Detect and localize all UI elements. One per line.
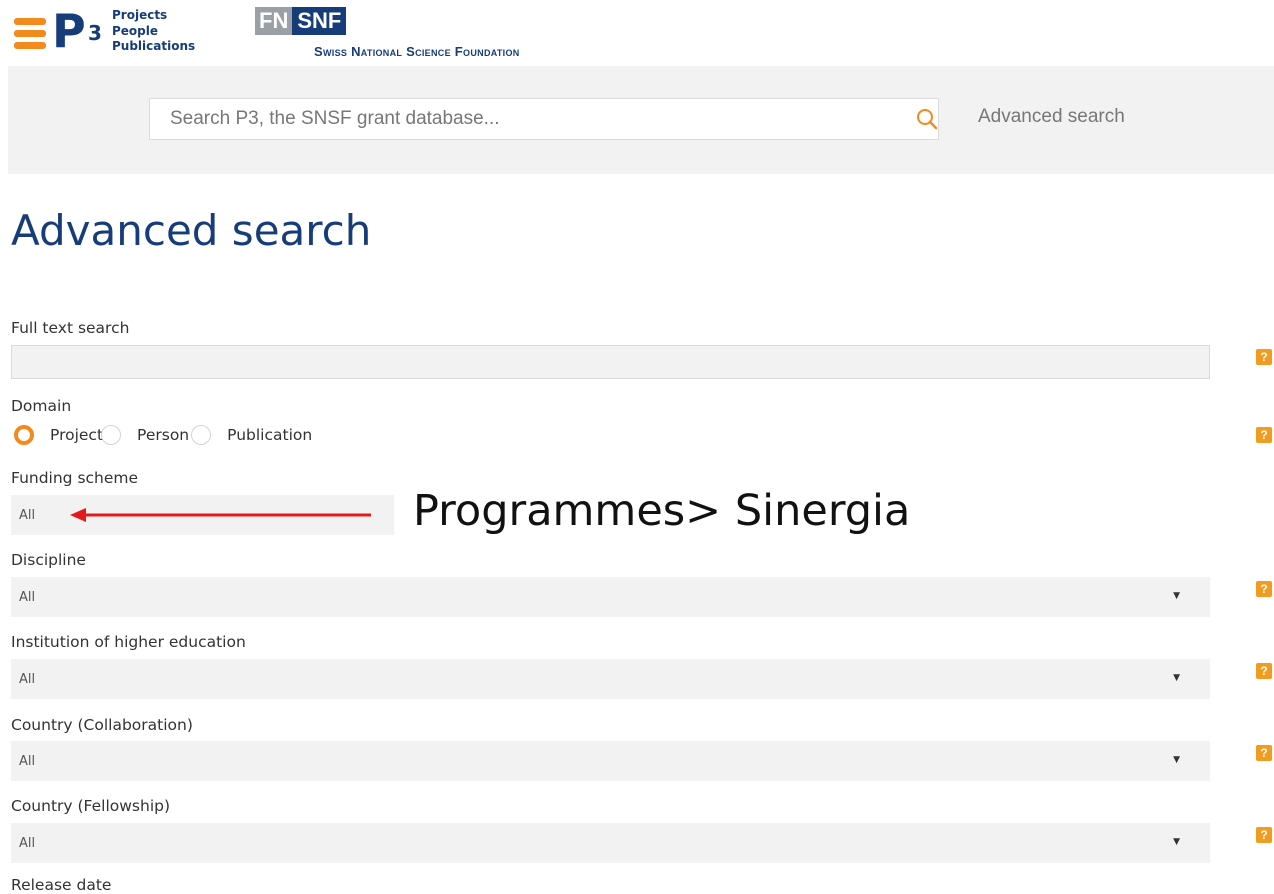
domain-radio-publication-label: Publication [227,426,313,444]
institution-select[interactable]: All ▼ [11,659,1210,699]
discipline-value: All [19,590,36,605]
radio-circle-publication [191,425,212,445]
annotation-text: Programmes> Sinergia [413,486,911,536]
p3-word-publications: Publications [112,39,196,53]
search-input[interactable] [150,99,890,139]
country-fellowship-select[interactable]: All ▼ [11,823,1210,863]
snf-tagline: Swiss National Science Foundation [314,44,520,59]
search-bar-area: Advanced search [8,66,1274,174]
institution-label: Institution of higher education [11,633,246,651]
help-icon-country-collaboration[interactable]: ? [1256,745,1272,761]
country-collaboration-value: All [19,754,36,769]
search-box [149,98,939,140]
snf-logo-snf: SNF [292,7,347,35]
help-icon-discipline[interactable]: ? [1256,581,1272,597]
snf-logo-fn: FN [255,7,293,35]
site-header: P3 Projects People Publications FN SNF S… [0,0,1274,66]
country-collaboration-select[interactable]: All ▼ [11,741,1210,781]
domain-radio-person-label: Person [137,426,190,444]
country-fellowship-label: Country (Fellowship) [11,797,171,815]
discipline-label: Discipline [11,551,86,569]
discipline-select[interactable]: All ▼ [11,577,1210,617]
full-text-search-label: Full text search [11,319,130,337]
help-icon-country-fellowship[interactable]: ? [1256,827,1272,843]
snf-logo[interactable]: FN SNF [255,7,347,35]
domain-radio-project-label: Project [50,426,104,444]
caret-down-icon: ▼ [1173,755,1180,765]
advanced-search-link[interactable]: Advanced search [978,106,1125,128]
search-icon[interactable] [916,108,938,130]
release-date-label: Release date [11,876,112,894]
full-text-search-input[interactable] [11,345,1210,379]
domain-radio-project[interactable]: Project [14,425,107,445]
caret-down-icon: ▼ [1173,837,1180,847]
funding-scheme-value: All [19,508,36,523]
radio-circle-project [14,425,34,445]
menu-icon[interactable] [14,18,46,52]
domain-radio-publication[interactable]: Publication [191,425,316,445]
domain-radio-person[interactable]: Person [101,425,193,445]
p3-logo[interactable]: P3 [52,8,102,54]
p3-logo-words: Projects People Publications [112,8,195,55]
country-fellowship-value: All [19,836,36,851]
page-title: Advanced search [11,206,372,255]
p3-word-people: People [112,23,159,38]
country-collaboration-label: Country (Collaboration) [11,716,193,734]
help-icon-institution[interactable]: ? [1256,663,1272,679]
radio-circle-person [101,425,122,445]
p3-word-projects: Projects [112,8,168,22]
institution-value: All [19,672,36,687]
help-icon-domain[interactable]: ? [1256,427,1272,443]
funding-scheme-label: Funding scheme [11,469,139,487]
help-icon-full-text[interactable]: ? [1256,349,1272,365]
domain-label: Domain [11,397,72,415]
domain-radio-group: Project Person Publication [14,422,320,448]
caret-down-icon: ▼ [1173,673,1180,683]
annotation-arrow-icon [70,508,371,522]
caret-down-icon: ▼ [1173,591,1180,601]
